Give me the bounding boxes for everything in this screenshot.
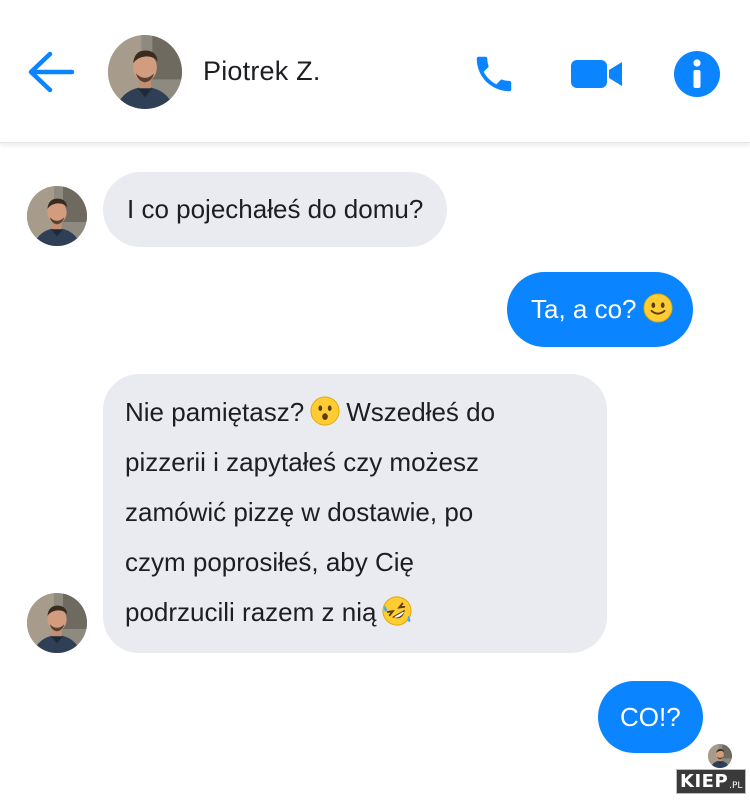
message-text: I co pojechałeś do domu? bbox=[127, 194, 424, 224]
chat-header: Piotrek Z. bbox=[0, 0, 750, 143]
message-text-line: czym poprosiłeś, aby Cię bbox=[125, 547, 414, 577]
rolling-on-floor-laughing-icon bbox=[382, 596, 412, 626]
arrow-left-icon bbox=[28, 51, 75, 93]
video-camera-icon bbox=[571, 60, 622, 88]
incoming-message-bubble[interactable]: Nie pamiętasz? Wszedłeś do pizzerii i zap… bbox=[103, 374, 607, 653]
incoming-message-bubble[interactable]: I co pojechałeś do domu? bbox=[103, 172, 448, 247]
video-call-button[interactable] bbox=[570, 55, 624, 93]
info-icon bbox=[674, 51, 720, 97]
watermark-text: KIEP bbox=[680, 771, 729, 792]
phone-icon bbox=[476, 56, 512, 92]
info-button[interactable] bbox=[673, 50, 721, 98]
message-text-line: pizzerii i zapytałeś czy możesz bbox=[125, 447, 479, 477]
hushed-face-icon bbox=[310, 396, 340, 426]
call-button[interactable] bbox=[471, 51, 517, 97]
slightly-smiling-face-icon bbox=[643, 293, 673, 323]
outgoing-message-bubble[interactable]: CO!? bbox=[598, 681, 703, 753]
message-text-line: Nie pamiętasz? Wszedłeś do bbox=[125, 396, 496, 427]
contact-name[interactable]: Piotrek Z. bbox=[203, 56, 321, 87]
outgoing-message-bubble[interactable]: Ta, a co? bbox=[507, 272, 693, 347]
read-receipt-avatar bbox=[708, 744, 732, 768]
message-text-line: zamówić pizzę w dostawie, po bbox=[125, 497, 474, 527]
contact-message-avatar[interactable] bbox=[27, 186, 87, 246]
contact-avatar[interactable] bbox=[108, 35, 182, 109]
watermark-suffix: .PL bbox=[729, 781, 743, 791]
message-text: CO!? bbox=[620, 702, 681, 732]
contact-message-avatar[interactable] bbox=[27, 593, 87, 653]
message-text-line: podrzucili razem z nią bbox=[125, 587, 585, 637]
watermark-logo: KIEP .PL bbox=[676, 769, 747, 794]
message-text: Ta, a co? bbox=[531, 284, 673, 334]
chat-window: Piotrek Z. I co pojechałeś do domu? Ta, … bbox=[0, 0, 750, 804]
back-button[interactable] bbox=[26, 50, 76, 94]
